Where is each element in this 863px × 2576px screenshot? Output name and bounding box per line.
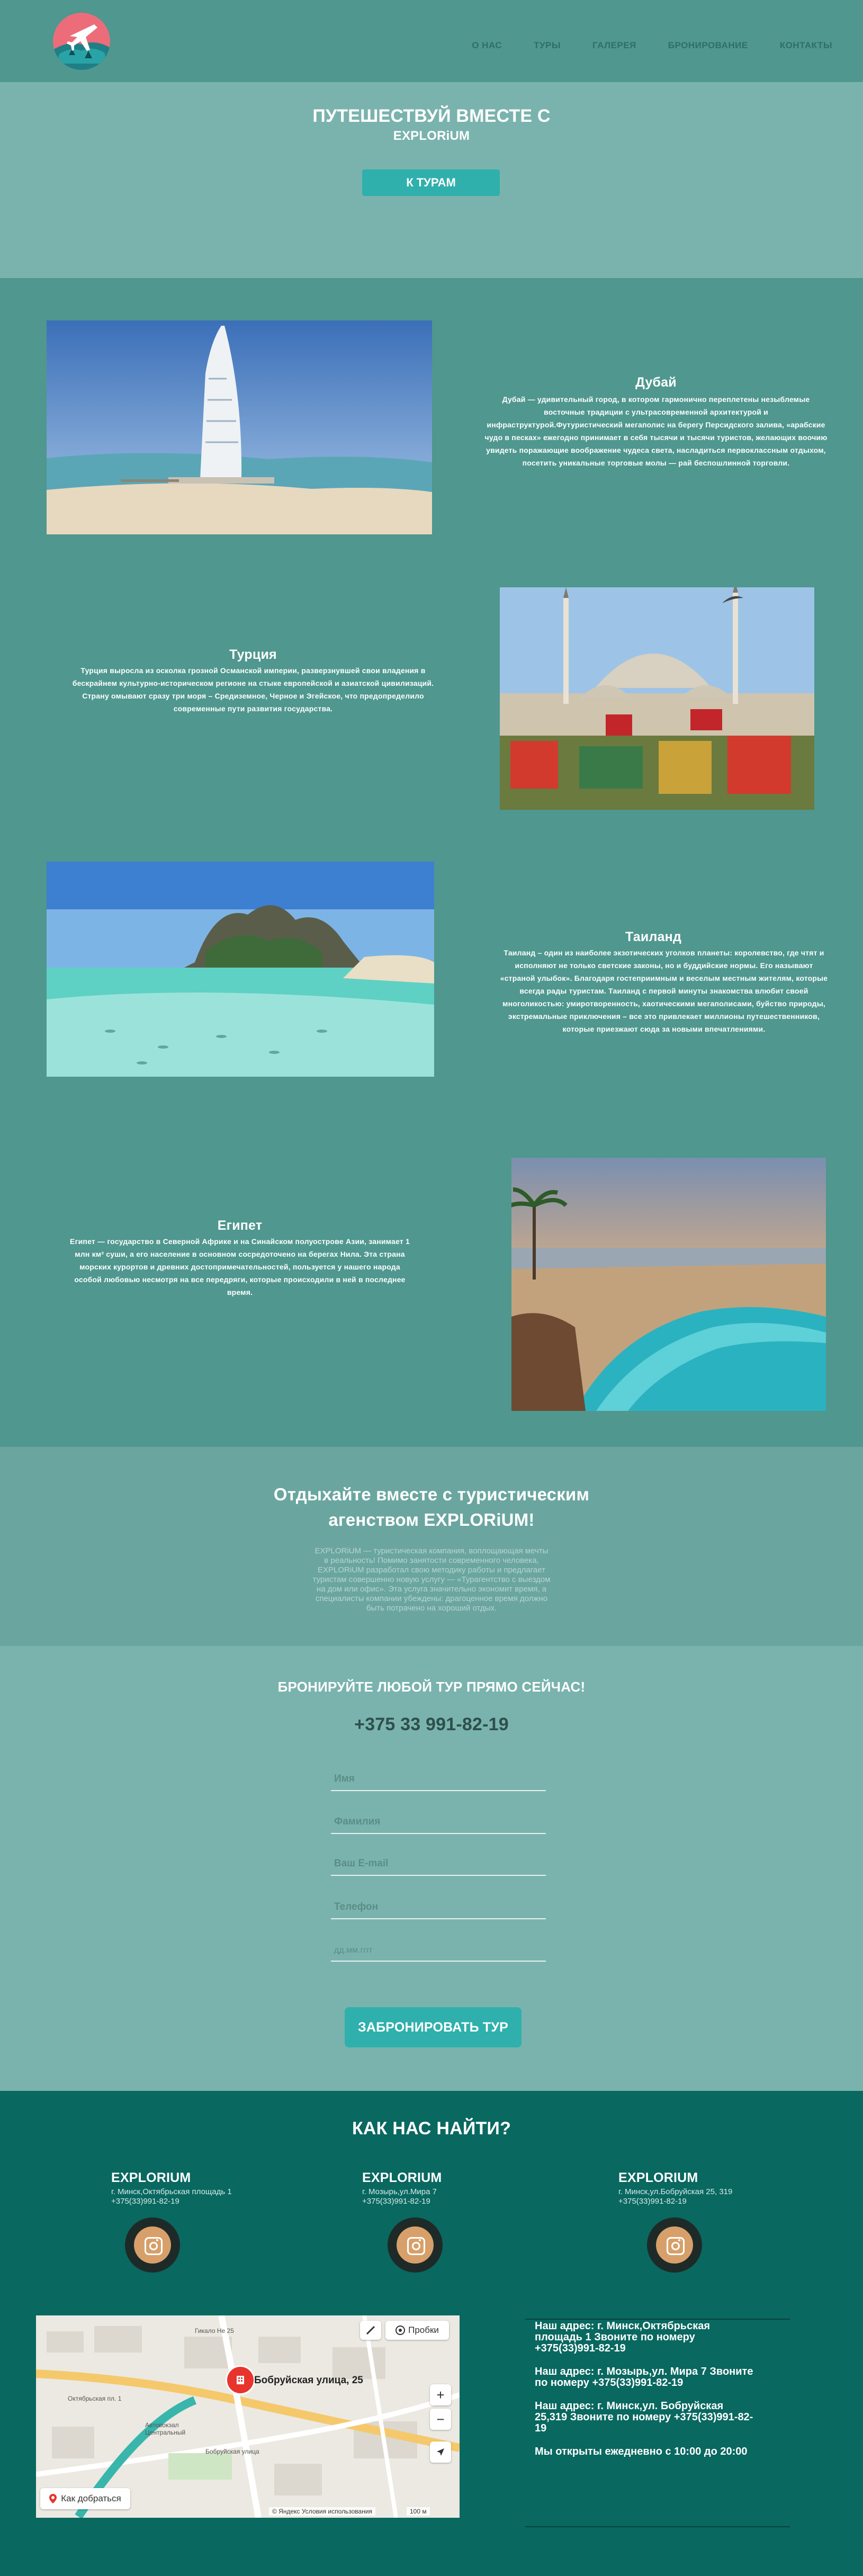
site-logo[interactable]: [53, 13, 110, 70]
info-mozyr: Наш адрес: г. Мозырь,ул. Мира 7 Звоните …: [535, 2366, 753, 2389]
office-2-phone: +375(33)991-82-19: [362, 2197, 430, 2206]
map-scale: 100 м: [407, 2507, 430, 2516]
nav-contacts[interactable]: КОНТАКТЫ: [780, 40, 832, 51]
thailand-image: [47, 862, 434, 1077]
map-locate-icon[interactable]: [430, 2441, 451, 2463]
nav-about[interactable]: О НАС: [472, 40, 502, 51]
map-street-3: Автовокзал Центральный: [145, 2421, 186, 2436]
last-name-field[interactable]: Фамилия: [331, 1806, 546, 1834]
traffic-light-icon: [395, 2325, 406, 2335]
nav-tours[interactable]: ТУРЫ: [534, 40, 561, 51]
info-hours: Мы открыты ежедневно с 10:00 до 20:00: [535, 2446, 748, 2457]
to-tours-button[interactable]: К ТУРАМ: [362, 169, 500, 196]
map-route-label: Как добраться: [61, 2493, 121, 2503]
map-copyright[interactable]: © Яндекс Условия использования: [269, 2507, 376, 2516]
office-3-name: EXPLORIUM: [618, 2170, 698, 2185]
map-route-button[interactable]: Как добраться: [40, 2488, 130, 2509]
last-name-placeholder: Фамилия: [334, 1816, 381, 1827]
booking-phone[interactable]: +375 33 991-82-19: [0, 1714, 863, 1735]
about-text: EXPLORiUM — туристическая компания, вопл…: [312, 1546, 551, 1613]
map-ruler-icon[interactable]: [360, 2321, 381, 2340]
date-field[interactable]: дд.мм.гггг: [331, 1934, 546, 1962]
booking-title: БРОНИРУЙТЕ ЛЮБОЙ ТУР ПРЯМО СЕЙЧАС!: [277, 1679, 586, 1695]
main-nav: О НАС ТУРЫ ГАЛЕРЕЯ БРОНИРОВАНИЕ КОНТАКТЫ: [472, 40, 832, 51]
office-2-address: г. Мозырь,ул.Мира 7: [362, 2187, 437, 2196]
office-3-address: г. Минск,ул.Бобруйская 25, 319: [618, 2187, 733, 2196]
dubai-image: [47, 320, 432, 534]
info-minsk-2: Наш адрес: г. Минск,ул. Бобруйская 25,31…: [535, 2400, 753, 2434]
email-placeholder: Ваш E-mail: [334, 1858, 389, 1869]
hero-title: ПУТЕШЕСТВУЙ ВМЕСТЕ С: [312, 106, 551, 126]
egypt-image: [511, 1158, 826, 1411]
office-2-name: EXPLORIUM: [362, 2170, 442, 2185]
nav-gallery[interactable]: ГАЛЕРЕЯ: [592, 40, 636, 51]
dest-title-dubai: Дубай: [635, 375, 677, 390]
office-1-address: г. Минск,Октябрьская площадь 1: [111, 2187, 232, 2196]
office-1-phone: +375(33)991-82-19: [111, 2197, 179, 2206]
turkey-image: [500, 587, 814, 810]
contact-info-text: Наш адрес: г. Минск,Октябрьская площадь …: [535, 2321, 757, 2470]
site-header: О НАС ТУРЫ ГАЛЕРЕЯ БРОНИРОВАНИЕ КОНТАКТЫ: [0, 0, 863, 82]
email-field[interactable]: Ваш E-mail: [331, 1848, 546, 1876]
office-2-instagram-icon[interactable]: [388, 2217, 443, 2273]
dest-title-egypt: Египет: [217, 1218, 263, 1233]
info-minsk-1: Наш адрес: г. Минск,Октябрьская площадь …: [535, 2320, 711, 2354]
map-zoom-out-icon[interactable]: −: [430, 2409, 451, 2430]
dest-title-thailand: Таиланд: [625, 929, 682, 944]
hero-brand: EXPLORiUM: [393, 129, 470, 143]
map-street-1: Гикало Не 25: [195, 2327, 234, 2334]
phone-placeholder: Телефон: [334, 1901, 379, 1912]
phone-field[interactable]: Телефон: [331, 1892, 546, 1919]
office-1-name: EXPLORIUM: [111, 2170, 191, 2185]
office-3-phone: +375(33)991-82-19: [618, 2197, 687, 2206]
dest-text-egypt: Египет — государство в Северной Африке и…: [70, 1237, 410, 1296]
dest-text-turkey: Турция выросла из осколка грозной Османс…: [72, 666, 434, 713]
book-tour-button[interactable]: ЗАБРОНИРОВАТЬ ТУР: [345, 2007, 522, 2047]
map-pin-icon[interactable]: [226, 2365, 255, 2395]
first-name-placeholder: Имя: [334, 1773, 355, 1784]
contacts-title: КАК НАС НАЙТИ?: [352, 2118, 511, 2139]
date-placeholder: дд.мм.гггг: [334, 1946, 373, 1955]
map-street-2: Октябрьская пл. 1: [68, 2395, 122, 2402]
about-title: Отдыхайте вместе с туристическим агенств…: [273, 1484, 590, 1529]
dest-text-dubai: Дубай — удивительный город, в котором га…: [484, 395, 828, 467]
dest-text-thailand: Таиланд – один из наиболее экзотических …: [500, 949, 828, 1033]
yandex-map[interactable]: Гикало Не 25 Октябрьская пл. 1 Автовокза…: [36, 2315, 460, 2518]
nav-booking[interactable]: БРОНИРОВАНИЕ: [668, 40, 748, 51]
route-pin-icon: [49, 2494, 57, 2503]
office-3-instagram-icon[interactable]: [647, 2217, 702, 2273]
office-1-instagram-icon[interactable]: [125, 2217, 180, 2273]
map-street-4: Бобруйская улица: [205, 2448, 259, 2455]
dest-title-turkey: Турция: [229, 647, 277, 662]
map-traffic-button[interactable]: Пробки: [385, 2321, 449, 2340]
map-address-label: Бобруйская улица, 25: [254, 2375, 363, 2386]
map-traffic-label: Пробки: [408, 2325, 439, 2335]
first-name-field[interactable]: Имя: [331, 1764, 546, 1791]
map-zoom-in-icon[interactable]: +: [430, 2384, 451, 2405]
